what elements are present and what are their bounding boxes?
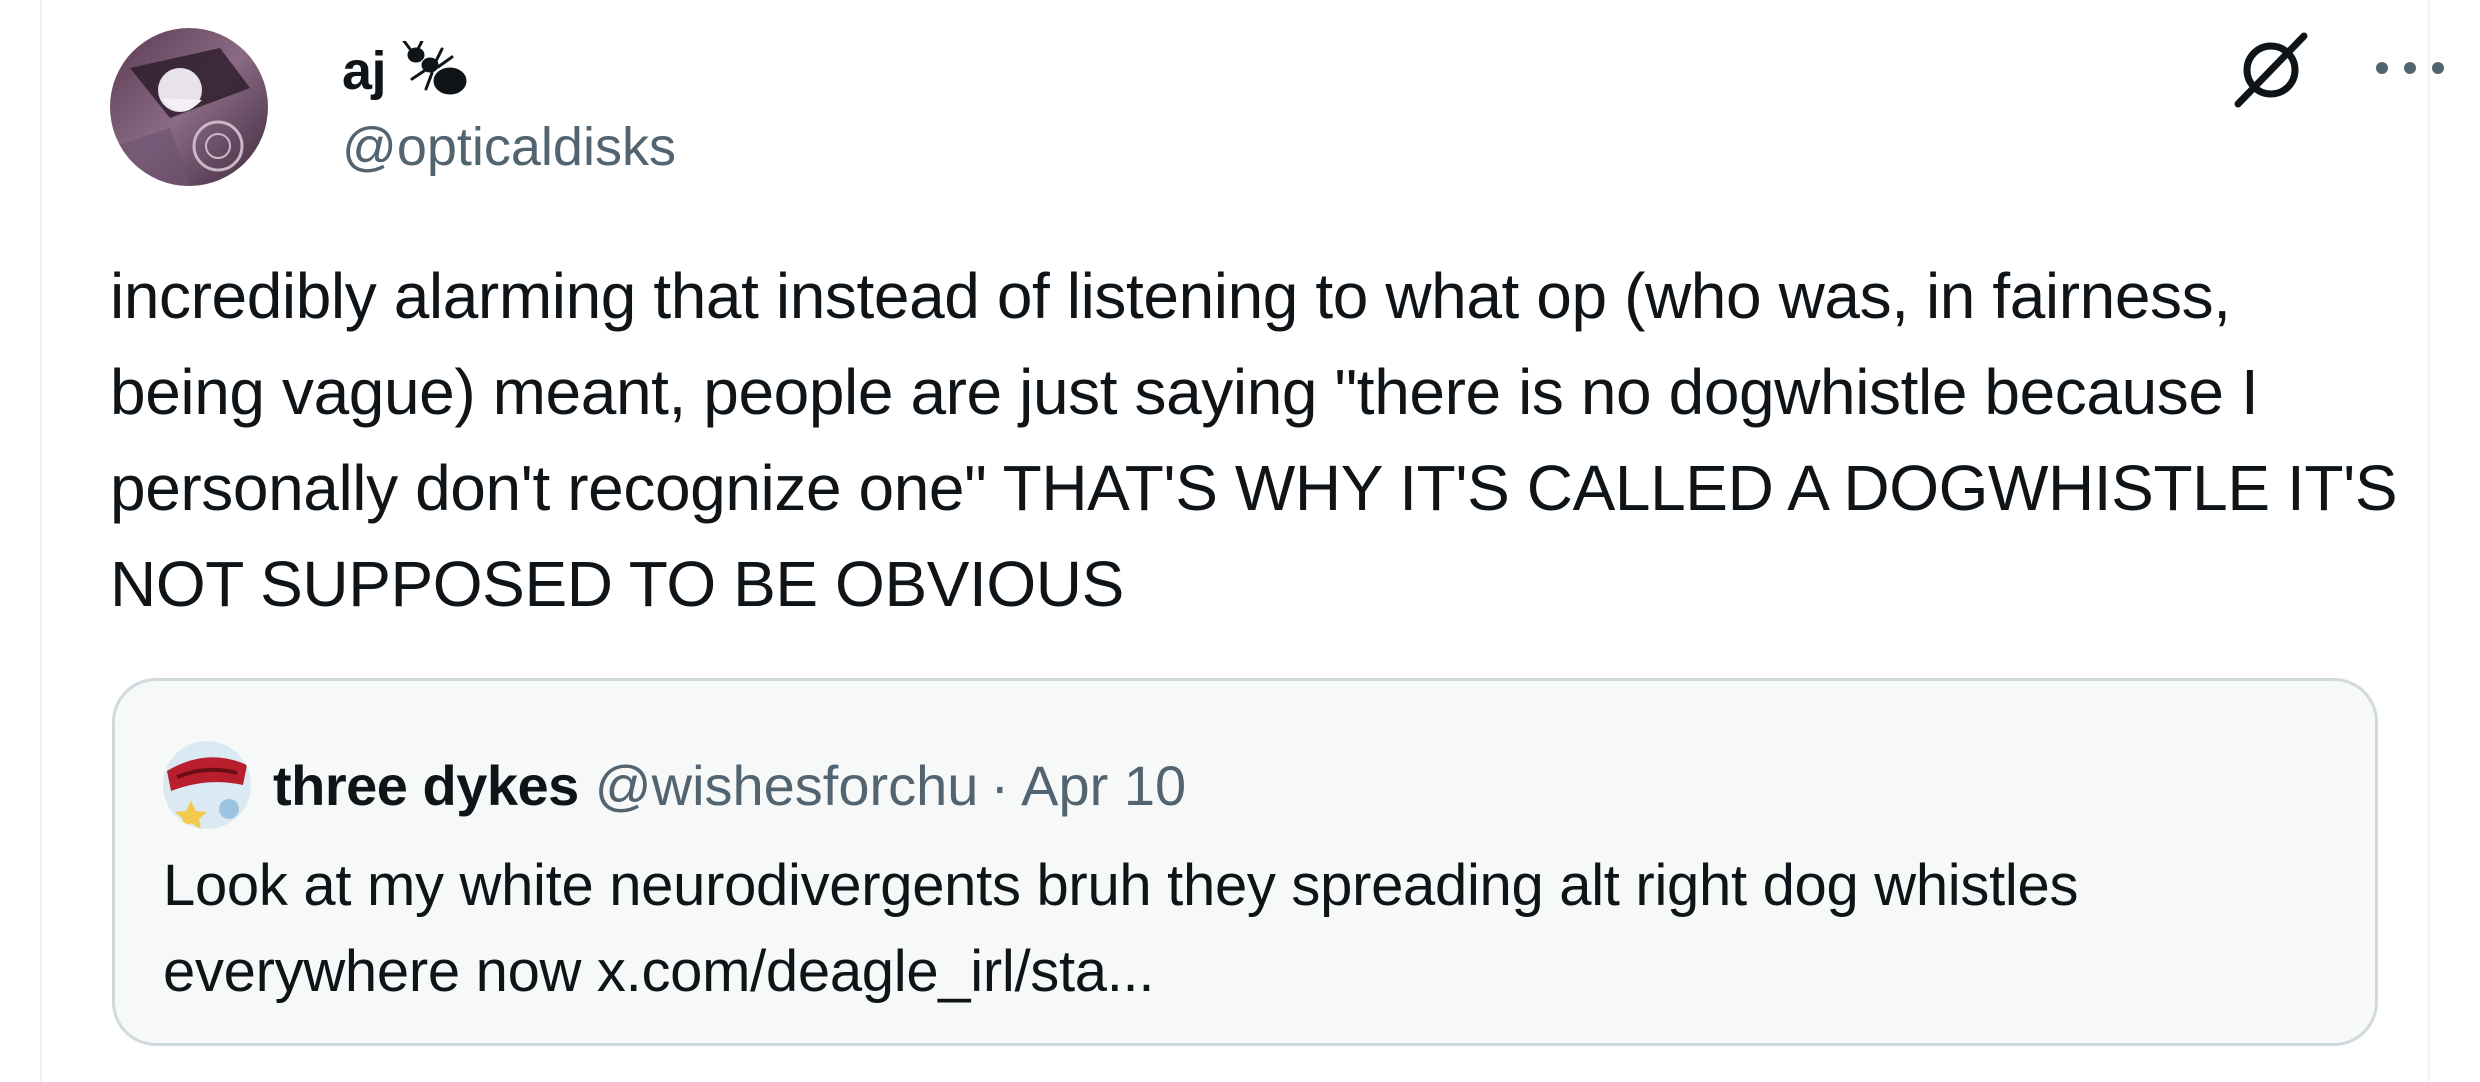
ant-icon (402, 41, 467, 95)
quoted-tweet-text: Look at my white neurodivergents bruh th… (163, 853, 2079, 1004)
tweet-header: aj @opticaldisks (110, 28, 2444, 188)
quoted-author-avatar-image (163, 741, 251, 829)
author-names: aj @opticaldisks (342, 36, 676, 182)
quoted-author-display-name[interactable]: three dykes (273, 753, 579, 818)
quoted-author-avatar[interactable] (163, 741, 251, 829)
author-handle[interactable]: @opticaldisks (342, 112, 676, 182)
quoted-author-handle[interactable]: @wishesforchu (595, 753, 979, 818)
quoted-tweet-header: three dykes @wishesforchu · Apr 10 (163, 737, 1186, 833)
quoted-tweet[interactable]: three dykes @wishesforchu · Apr 10 Look … (112, 678, 2378, 1046)
more-icon[interactable] (2370, 56, 2450, 80)
author-avatar[interactable] (110, 28, 268, 186)
quoted-tweet-date[interactable]: Apr 10 (1021, 753, 1186, 818)
quoted-header-separator: · (990, 753, 1010, 817)
tweet-text: incredibly alarming that instead of list… (110, 260, 2398, 620)
author-display-name[interactable]: aj (342, 36, 387, 106)
display-name-row: aj (342, 36, 676, 106)
tweet-card[interactable]: aj @opticaldisks incredibly alarming tha… (40, 0, 2444, 1082)
no-entry-icon[interactable] (2230, 28, 2312, 110)
author-avatar-image (110, 28, 268, 186)
